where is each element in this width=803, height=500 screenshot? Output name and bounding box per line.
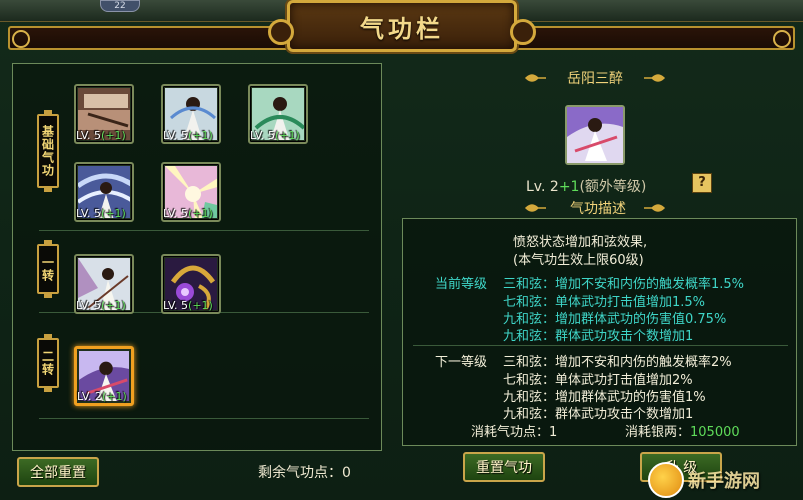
tier-label-first: 一转: [37, 240, 59, 298]
remaining-points: 剩余气功点：0: [258, 465, 351, 481]
tier-label-basic: 基础气功: [37, 110, 59, 192]
skill-slot[interactable]: LV. 5(+1): [161, 84, 221, 144]
next-level-label: 下一等级: [435, 355, 488, 370]
skill-level: LV. 5(+1): [76, 129, 126, 142]
skill-slot[interactable]: LV. 5(+1): [74, 254, 134, 314]
title-plate: 气功栏: [268, 0, 536, 52]
watermark-logo-icon: [648, 462, 684, 498]
skill-level: LV. 5(+1): [163, 207, 213, 220]
cost-silver: 消耗银两：105000: [625, 425, 740, 440]
skill-slot[interactable]: LV. 5(+1): [248, 84, 308, 144]
skill-slot[interactable]: LV. 5(+1): [161, 162, 221, 222]
tier-divider: [39, 418, 369, 419]
ornament-icon: [644, 204, 666, 212]
description-title: 气功描述: [570, 201, 626, 217]
desc-line: 愤怒状态增加和弦效果,: [513, 235, 648, 250]
selected-skill-icon: [565, 105, 625, 165]
current-effect: 三和弦：增加不安和内伤的触发概率1.5%: [503, 277, 745, 292]
ornament-icon: [524, 204, 546, 212]
skill-slot[interactable]: LV. 5(+1): [74, 162, 134, 222]
skill-level: LV. 5(+1): [250, 129, 300, 142]
skill-level-line: Lv. 2+1(额外等级): [526, 179, 647, 195]
skill-level: LV. 5(+1): [163, 299, 213, 312]
skill-level: LV. 5(+1): [163, 129, 213, 142]
desc-line: (本气功生效上限60级): [513, 253, 644, 268]
skill-tree-panel: 基础气功 一转 二转 LV. 5(+1) LV. 5(+1) LV. 5(+1)…: [12, 63, 382, 451]
next-effect: 三和弦：增加不安和内伤的触发概率2%: [503, 355, 732, 370]
skill-level: LV. 5(+1): [76, 207, 126, 220]
reset-all-button[interactable]: 全部重置: [17, 457, 99, 487]
skill-slot-selected[interactable]: LV. 2(+1): [74, 346, 134, 406]
skill-level: LV. 5(+1): [76, 299, 126, 312]
next-effect: 九和弦：群体武功攻击个数增加1: [503, 407, 694, 422]
watermark: 新手游网: [648, 460, 803, 500]
tier-label-second: 二转: [37, 334, 59, 392]
skill-slot[interactable]: LV. 5(+1): [74, 84, 134, 144]
tier-divider: [39, 230, 369, 231]
current-effect: 九和弦：群体武功攻击个数增加1: [503, 329, 694, 344]
reset-skill-button[interactable]: 重置气功: [463, 452, 545, 482]
ornament-icon: [644, 74, 666, 82]
help-button[interactable]: ?: [692, 173, 712, 193]
skill-slot[interactable]: LV. 5(+1): [161, 254, 221, 314]
description-box: 愤怒状态增加和弦效果, (本气功生效上限60级) 当前等级 三和弦：增加不安和内…: [402, 218, 797, 446]
skill-level: LV. 2(+1): [77, 390, 127, 403]
window-title: 气功栏: [360, 13, 444, 43]
current-level-label: 当前等级: [435, 277, 488, 292]
top-badge: 22: [100, 0, 140, 12]
divider: [413, 345, 788, 346]
cost-points: 消耗气功点：1: [471, 425, 558, 440]
watermark-text: 新手游网: [688, 471, 760, 492]
